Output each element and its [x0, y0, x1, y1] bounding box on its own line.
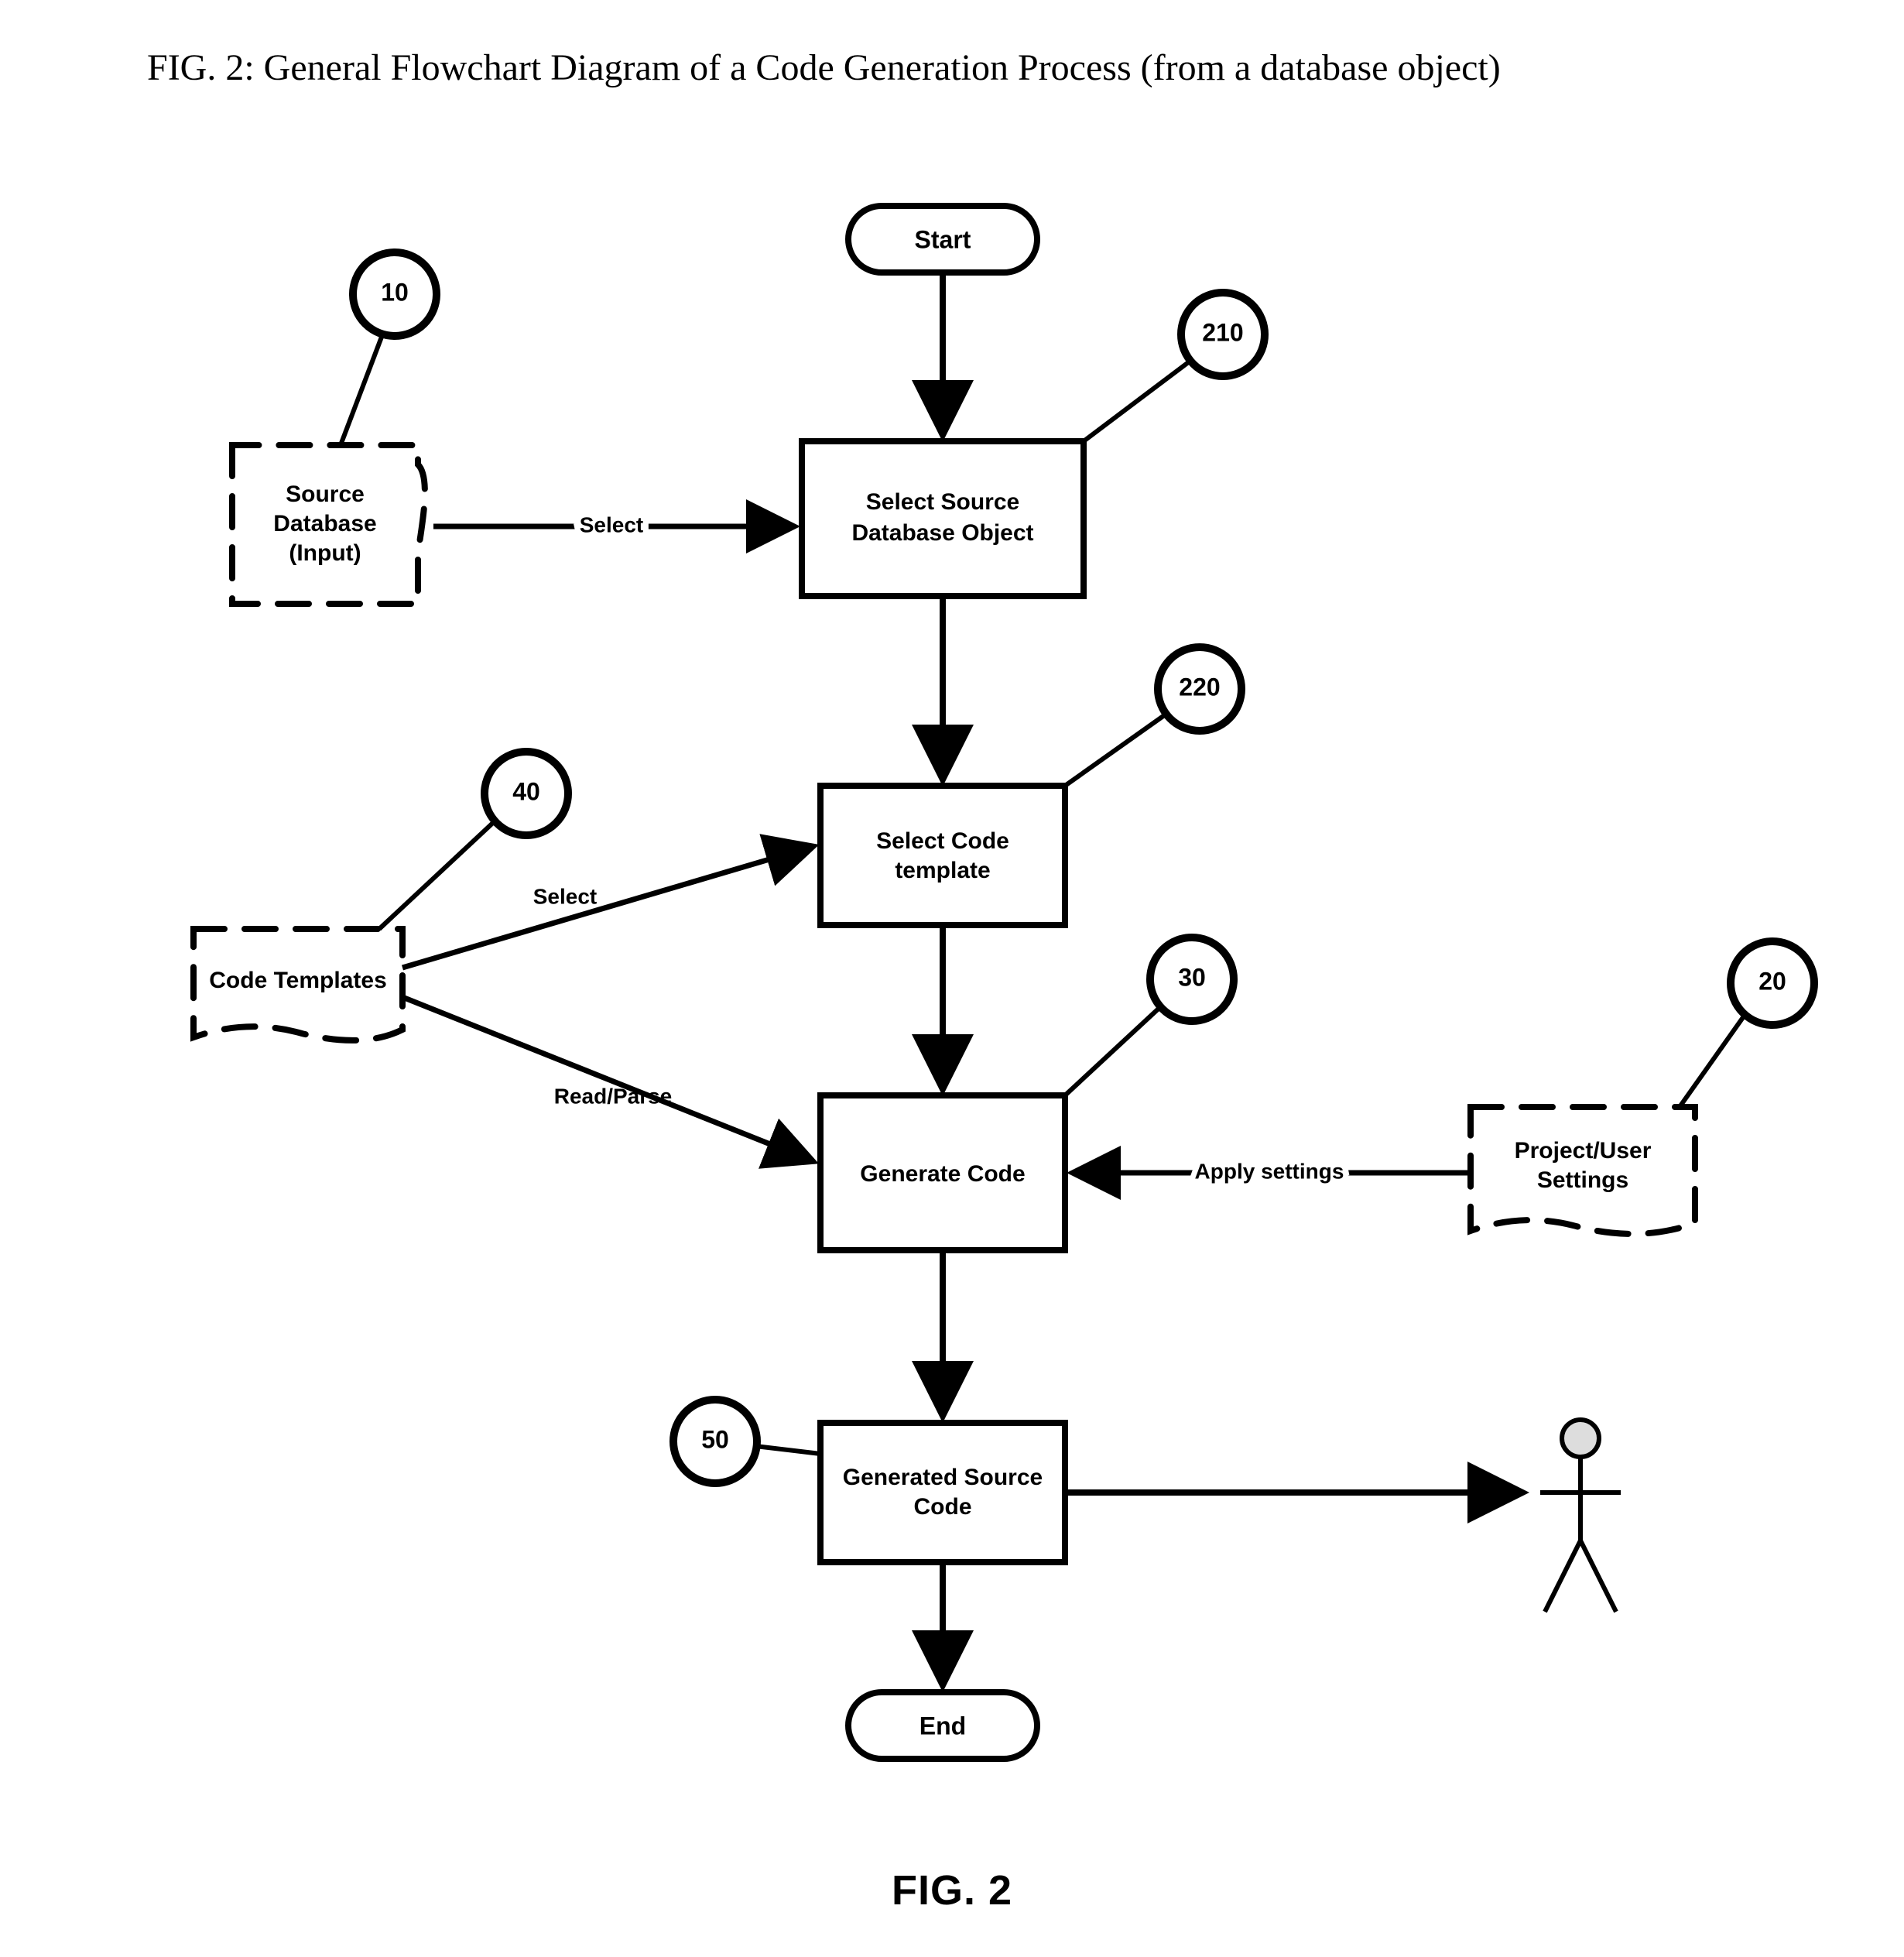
edge-label: Read/Parse — [554, 1084, 673, 1108]
actor-icon — [1540, 1420, 1621, 1612]
data-store-source-database: Source Database (Input) — [232, 445, 425, 604]
ref-label: 220 — [1179, 673, 1220, 701]
data-store-text: Code Templates — [209, 968, 387, 993]
ref-50: 50 — [673, 1400, 820, 1483]
process-select-source-db-object: Select Source Database Object — [802, 441, 1084, 596]
process-select-code-template: Select Code template — [820, 786, 1065, 925]
data-store-text: (Input) — [289, 540, 361, 566]
process-text: template — [895, 858, 990, 883]
process-text: Select Code — [876, 828, 1009, 854]
process-text: Generate Code — [860, 1161, 1025, 1187]
data-store-text: Database — [273, 511, 376, 536]
data-store-text: Source — [286, 482, 365, 507]
start-label: Start — [915, 225, 971, 253]
ref-10: 10 — [341, 252, 437, 445]
ref-30: 30 — [1065, 937, 1234, 1095]
end-label: End — [919, 1712, 966, 1739]
flow-arrow — [402, 848, 809, 968]
ref-label: 30 — [1178, 963, 1206, 991]
data-store-text: Project/User — [1515, 1138, 1652, 1164]
edge-label: Select — [580, 512, 644, 536]
data-store-code-templates: Code Templates — [193, 929, 402, 1040]
process-text: Code — [914, 1494, 972, 1520]
ref-label: 10 — [381, 278, 409, 306]
data-store-project-user-settings: Project/User Settings — [1471, 1107, 1695, 1234]
start-terminal: Start — [848, 206, 1037, 272]
ref-label: 40 — [512, 777, 540, 805]
edge-label: Apply settings — [1195, 1159, 1344, 1183]
ref-label: 20 — [1758, 967, 1786, 995]
end-terminal: End — [848, 1692, 1037, 1759]
ref-220: 220 — [1065, 647, 1241, 786]
process-text: Database Object — [851, 520, 1033, 546]
data-store-text: Settings — [1537, 1167, 1628, 1193]
flow-arrow — [402, 997, 809, 1160]
ref-label: 50 — [701, 1425, 729, 1453]
process-generate-code: Generate Code — [820, 1095, 1065, 1250]
process-text: Select Source — [866, 489, 1019, 515]
ref-20: 20 — [1680, 941, 1814, 1107]
process-generated-source-code: Generated Source Code — [820, 1423, 1065, 1562]
edge-label: Select — [533, 884, 598, 908]
ref-label: 210 — [1202, 318, 1243, 346]
ref-210: 210 — [1084, 293, 1265, 441]
flowchart-diagram: Start Select Source Database Object 210 … — [0, 0, 1904, 1957]
process-text: Generated Source — [843, 1465, 1043, 1490]
